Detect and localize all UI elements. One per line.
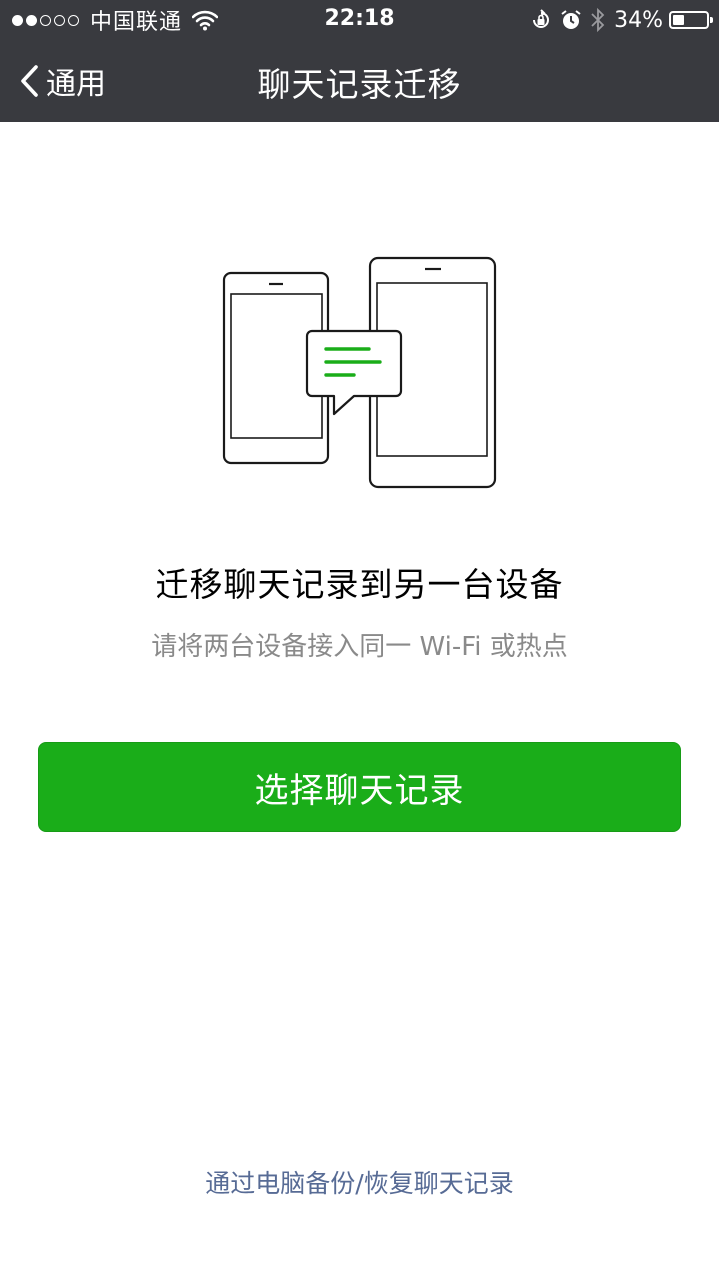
phones-transfer-illustration bbox=[222, 256, 497, 489]
bluetooth-icon bbox=[591, 7, 605, 33]
chat-migration-screen: 中国联通 22:18 34% 通用 聊天记录迁移 迁移聊天记录到另一台设备 请将… bbox=[0, 0, 719, 1280]
nav-bar: 通用 聊天记录迁移 bbox=[0, 40, 719, 122]
headline: 迁移聊天记录到另一台设备 bbox=[155, 565, 564, 604]
pc-backup-restore-link[interactable]: 通过电脑备份/恢复聊天记录 bbox=[0, 1164, 719, 1200]
battery-percent: 34% bbox=[614, 7, 663, 33]
orientation-lock-icon bbox=[533, 9, 550, 28]
page-title: 聊天记录迁移 bbox=[257, 65, 462, 104]
status-bar: 中国联通 22:18 34% bbox=[0, 0, 719, 40]
subtitle: 请将两台设备接入同一 Wi-Fi 或热点 bbox=[151, 632, 568, 662]
top-bar: 中国联通 22:18 34% 通用 聊天记录迁移 bbox=[0, 0, 719, 122]
select-chat-history-button[interactable]: 选择聊天记录 bbox=[38, 742, 681, 832]
alarm-icon bbox=[561, 10, 581, 29]
battery-icon bbox=[669, 11, 713, 29]
status-right: 34% bbox=[530, 6, 713, 34]
battery-tip bbox=[710, 17, 713, 23]
battery-fill bbox=[673, 15, 684, 25]
